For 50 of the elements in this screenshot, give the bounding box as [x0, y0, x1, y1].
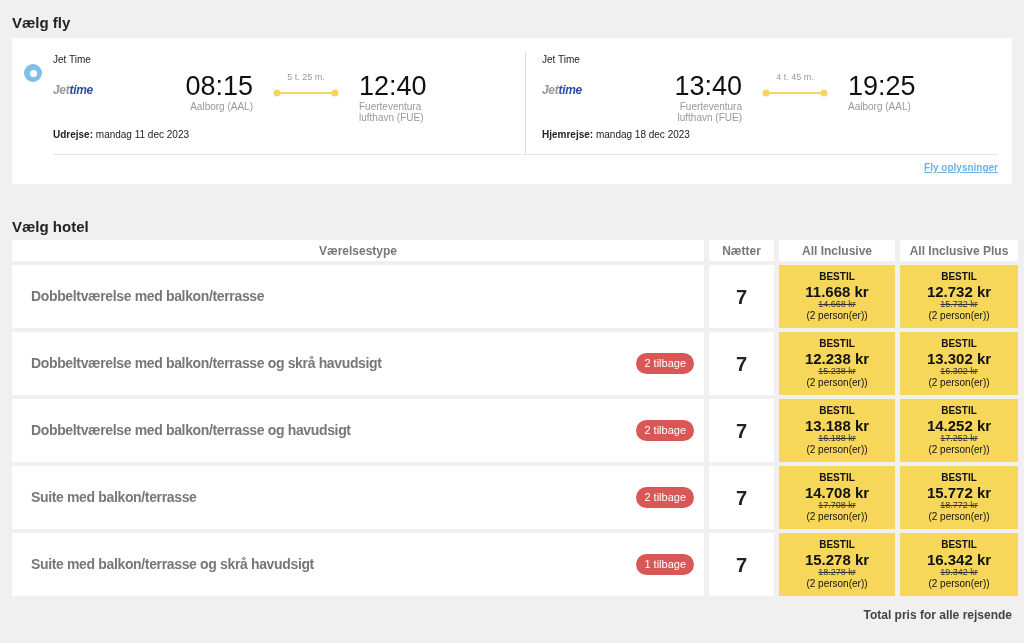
price-button[interactable]: BESTIL 12.732 kr 15.732 kr (2 person(er)) — [900, 265, 1018, 328]
airline-name: Jet Time — [542, 53, 580, 67]
flight-route-line-icon — [762, 88, 828, 97]
nights-cell: 7 — [709, 265, 774, 328]
price-button[interactable]: BESTIL 14.708 kr 17.708 kr (2 person(er)) — [779, 466, 895, 529]
section-title: Vælg fly — [12, 13, 72, 32]
departure-time: 13:40 — [674, 71, 742, 101]
flight-duration: 4 t. 45 m. — [776, 71, 814, 84]
availability-badge: 2 tilbage — [636, 420, 694, 441]
room-type: Suite med balkon/terrasse — [31, 488, 197, 507]
radio-button[interactable] — [24, 64, 42, 82]
total-price-note: Total pris for alle rejsende — [863, 607, 1012, 624]
flight-duration: 5 t. 25 m. — [287, 71, 325, 84]
column-header: Nætter — [709, 240, 774, 261]
arrival-airport: Fuerteventura lufthavn (FUE) — [359, 101, 425, 123]
availability-badge: 2 tilbage — [636, 353, 694, 374]
airline-logo: Jettime — [542, 82, 583, 99]
availability-badge: 1 tilbage — [636, 554, 694, 575]
price-button[interactable]: BESTIL 11.668 kr 14.668 kr (2 person(er)) — [779, 265, 895, 328]
nights-cell: 7 — [709, 399, 774, 462]
travel-date: Hjemrejse: mandag 18 dec 2023 — [542, 128, 690, 142]
room-type: Dobbeltværelse med balkon/terrasse — [31, 287, 265, 306]
departure-airport: Aalborg (AAL) — [189, 101, 253, 112]
price-button[interactable]: BESTIL 15.278 kr 18.278 kr (2 person(er)) — [779, 533, 895, 596]
price-button[interactable]: BESTIL 16.342 kr 19.342 kr (2 person(er)) — [900, 533, 1018, 596]
airline-name: Jet Time — [53, 53, 91, 67]
travel-date: Udrejse: mandag 11 dec 2023 — [53, 128, 190, 142]
departure-airport: Fuerteventura lufthavn (FUE) — [676, 101, 742, 123]
room-type: Dobbeltværelse med balkon/terrasse og skrå havudsigt — [31, 354, 382, 373]
airline-logo: Jettime — [53, 82, 94, 99]
section-title: Vælg hotel — [12, 217, 90, 236]
price-button[interactable]: BESTIL 12.238 kr 15.238 kr (2 person(er)) — [779, 332, 895, 395]
price-button[interactable]: BESTIL 14.252 kr 17.252 kr (2 person(er)) — [900, 399, 1018, 462]
arrival-time: 12:40 — [359, 71, 427, 101]
room-type: Dobbeltværelse med balkon/terrasse og havudsigt — [31, 421, 351, 440]
nights-cell: 7 — [709, 533, 774, 596]
price-button[interactable]: BESTIL 13.302 kr 16.302 kr (2 person(er)) — [900, 332, 1018, 395]
price-button[interactable]: BESTIL 13.188 kr 16.188 kr (2 person(er)) — [779, 399, 895, 462]
flight-route-line-icon — [273, 88, 339, 97]
nights-cell: 7 — [709, 332, 774, 395]
price-button[interactable]: BESTIL 15.772 kr 18.772 kr (2 person(er)) — [900, 466, 1018, 529]
column-header: All Inclusive — [779, 240, 895, 261]
nights-cell: 7 — [709, 466, 774, 529]
departure-time: 08:15 — [185, 71, 253, 101]
availability-badge: 2 tilbage — [636, 487, 694, 508]
column-header: Værelsestype — [12, 240, 704, 261]
column-header: All Inclusive Plus — [900, 240, 1018, 261]
arrival-airport: Aalborg (AAL) — [848, 101, 912, 112]
arrival-time: 19:25 — [848, 71, 916, 101]
room-type: Suite med balkon/terrasse og skrå havudsigt — [31, 555, 314, 574]
